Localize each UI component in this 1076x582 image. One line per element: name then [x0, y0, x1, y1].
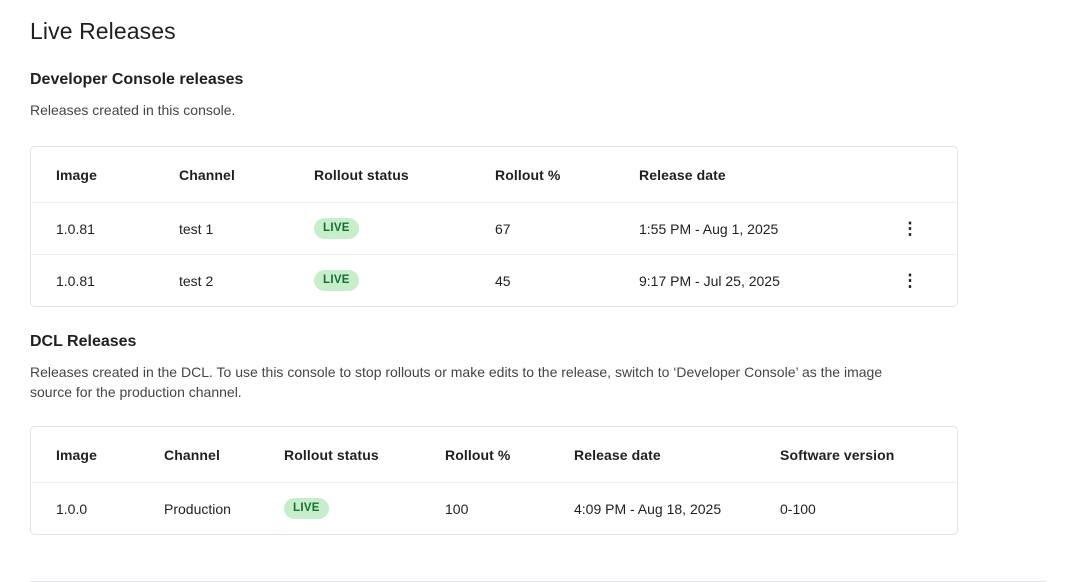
row-menu-kebab-icon[interactable]: ⋮ — [892, 211, 928, 247]
table-header-row: Image Channel Rollout status Rollout % R… — [31, 147, 957, 202]
column-header-rollout-status: Rollout status — [284, 447, 445, 463]
cell-actions: ⋮ — [861, 263, 959, 299]
cell-rollout-percent: 100 — [445, 501, 574, 517]
column-header-release-date: Release date — [574, 447, 780, 463]
column-header-image: Image — [31, 447, 164, 463]
table-row: 1.0.0 Production LIVE 100 4:09 PM - Aug … — [31, 482, 957, 534]
table-row: 1.0.81 test 2 LIVE 45 9:17 PM - Jul 25, … — [31, 254, 957, 306]
dcl-releases-table: Image Channel Rollout status Rollout % R… — [30, 426, 958, 535]
column-header-rollout-percent: Rollout % — [495, 167, 639, 183]
cell-image: 1.0.81 — [31, 273, 179, 289]
live-releases-page: Live Releases Developer Console releases… — [0, 18, 1076, 535]
column-header-channel: Channel — [179, 167, 314, 183]
column-header-rollout-percent: Rollout % — [445, 447, 574, 463]
cell-image: 1.0.81 — [31, 221, 179, 237]
cell-rollout-status: LIVE — [314, 218, 495, 239]
cell-image: 1.0.0 — [31, 501, 164, 517]
cell-channel: test 1 — [179, 221, 314, 237]
live-status-badge: LIVE — [314, 218, 359, 239]
column-header-image: Image — [31, 167, 179, 183]
cell-release-date: 9:17 PM - Jul 25, 2025 — [639, 273, 861, 289]
cell-channel: Production — [164, 501, 284, 517]
dcl-releases-heading: DCL Releases — [30, 333, 1046, 351]
cell-rollout-percent: 67 — [495, 221, 639, 237]
cell-release-date: 4:09 PM - Aug 18, 2025 — [574, 501, 780, 517]
cell-rollout-status: LIVE — [314, 270, 495, 291]
page-title: Live Releases — [30, 18, 1046, 45]
table-row: 1.0.81 test 1 LIVE 67 1:55 PM - Aug 1, 2… — [31, 202, 957, 254]
developer-console-table: Image Channel Rollout status Rollout % R… — [30, 146, 958, 307]
cell-actions: ⋮ — [861, 211, 959, 247]
live-status-badge: LIVE — [284, 498, 329, 519]
column-header-release-date: Release date — [639, 167, 861, 183]
cell-software-version: 0-100 — [780, 501, 957, 517]
row-menu-kebab-icon[interactable]: ⋮ — [892, 263, 928, 299]
table-header-row: Image Channel Rollout status Rollout % R… — [31, 427, 957, 482]
dcl-releases-description: Releases created in the DCL. To use this… — [30, 362, 920, 402]
cell-channel: test 2 — [179, 273, 314, 289]
live-status-badge: LIVE — [314, 270, 359, 291]
column-header-software-version: Software version — [780, 447, 957, 463]
developer-console-description: Releases created in this console. — [30, 100, 920, 120]
cell-release-date: 1:55 PM - Aug 1, 2025 — [639, 221, 861, 237]
column-header-channel: Channel — [164, 447, 284, 463]
column-header-rollout-status: Rollout status — [314, 167, 495, 183]
cell-rollout-status: LIVE — [284, 498, 445, 519]
developer-console-heading: Developer Console releases — [30, 71, 1046, 89]
cell-rollout-percent: 45 — [495, 273, 639, 289]
